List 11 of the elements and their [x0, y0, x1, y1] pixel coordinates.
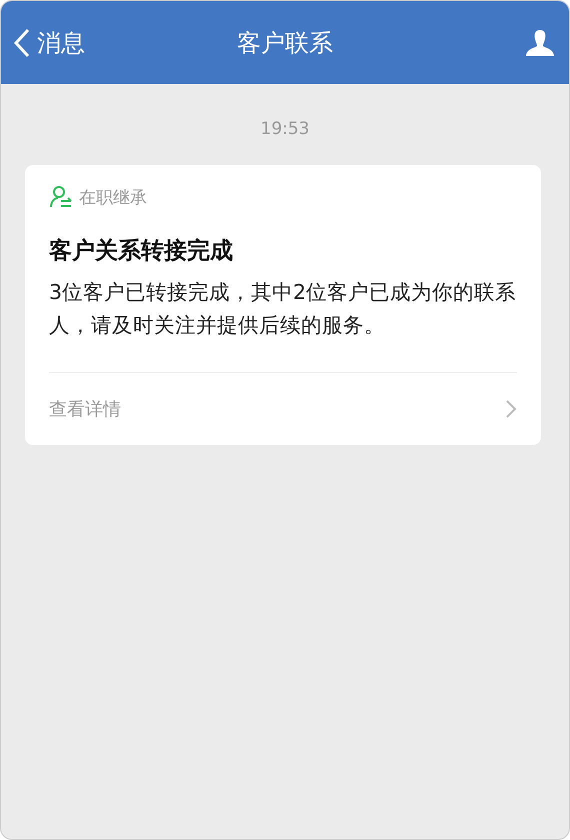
timestamp: 19:53 [260, 119, 310, 139]
page-title: 客户联系 [237, 28, 333, 58]
tag-label: 在职继承 [79, 186, 147, 208]
card-body: 3位客户已转接完成，其中2位客户已成为你的联系人，请及时关注并提供后续的服务。 [49, 279, 517, 339]
person-icon[interactable] [525, 28, 555, 56]
chevron-right-icon [505, 399, 517, 419]
back-icon [13, 28, 31, 58]
user-transfer-icon [49, 185, 73, 209]
view-details-link[interactable]: 查看详情 [49, 373, 517, 445]
back-button[interactable]: 消息 [13, 26, 85, 58]
card-title: 客户关系转接完成 [49, 237, 234, 266]
